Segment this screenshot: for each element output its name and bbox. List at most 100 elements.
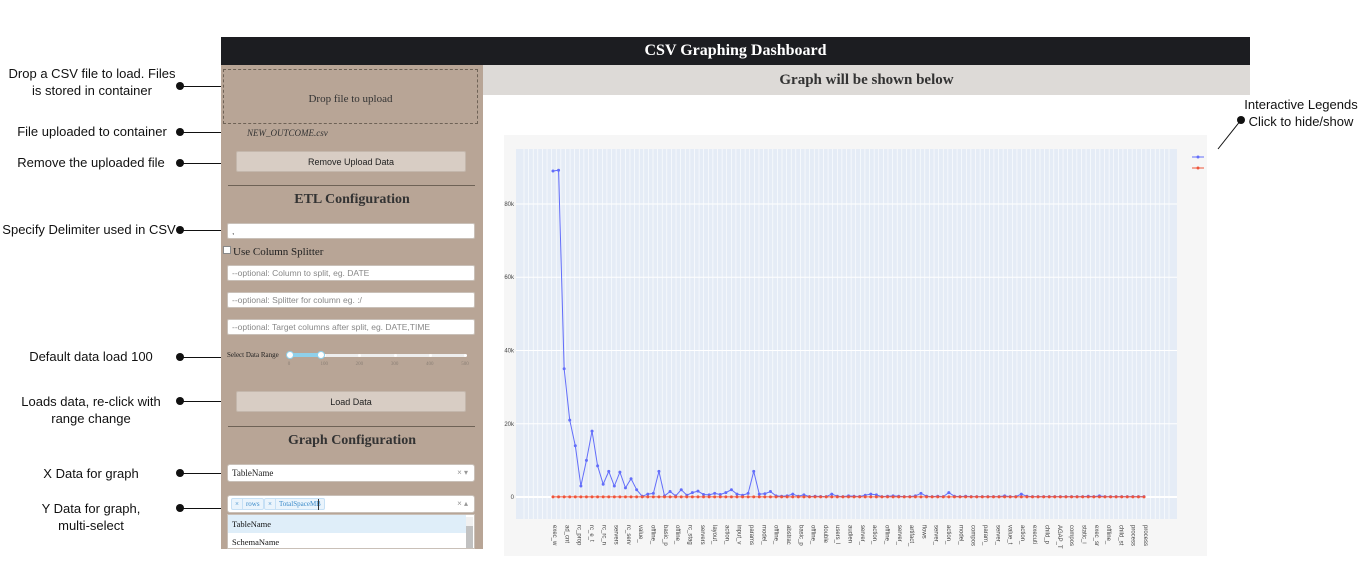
data-point-TotalSpaceMB [869,495,873,499]
data-point-TotalSpaceMB [941,495,945,499]
data-point-TotalSpaceMB [847,495,850,499]
tag-remove-icon[interactable]: × [265,499,276,510]
data-point-rows [651,491,655,495]
x-tick-label: action_ [723,525,729,545]
x-tick-label: rc_serv [625,525,631,545]
column-splitter-checkbox-row[interactable]: Use Column Splitter [223,246,323,258]
legend-marker [1196,166,1200,170]
clear-icon[interactable]: × [457,468,462,477]
data-point-TotalSpaceMB [1064,495,1068,499]
splitter-input[interactable]: --optional: Splitter for column eg. :/ [227,292,475,308]
data-point-rows [573,444,577,448]
file-dropzone[interactable]: Drop file to upload [223,69,478,124]
data-point-TotalSpaceMB [651,495,655,499]
data-point-TotalSpaceMB [646,495,650,499]
y-tag-totalspacemb[interactable]: × TotalSpaceMB [264,498,325,510]
scrollbar-thumb[interactable] [466,526,473,548]
data-point-rows [724,491,728,495]
slider-tick [393,354,397,357]
uploaded-filename: NEW_OUTCOME.csv [247,128,328,138]
y-tag-rows[interactable]: × rows [231,498,264,510]
x-tick-label: server_ [859,525,865,546]
y-tick-label: 20k [504,422,515,428]
data-point-TotalSpaceMB [573,495,577,499]
data-point-TotalSpaceMB [830,495,834,499]
data-point-TotalSpaceMB [713,495,717,499]
x-tick-label: params [748,525,754,545]
dropdown-option[interactable]: TableName [228,515,466,533]
data-point-TotalSpaceMB [964,495,968,499]
annotation-connector [180,508,227,509]
x-data-select[interactable]: TableName × ▾ [227,464,475,482]
data-point-TotalSpaceMB [763,495,767,499]
x-tick-label: value_t [1007,525,1013,545]
data-point-TotalSpaceMB [947,495,951,499]
tag-remove-icon[interactable]: × [232,499,243,510]
x-tick-label: static_i [1080,525,1086,544]
data-point-TotalSpaceMB [702,495,706,499]
dropdown-scrollbar[interactable] [466,517,473,548]
data-point-TotalSpaceMB [1092,495,1096,499]
data-point-TotalSpaceMB [807,495,811,499]
data-point-rows [635,488,639,492]
x-tick-label: server_ [994,525,1000,546]
x-tick-label: basic_p [797,525,803,546]
target-columns-input[interactable]: --optional: Target columns after split, … [227,319,475,335]
remove-upload-button[interactable]: Remove Upload Data [236,151,466,172]
x-tick-label: action_ [1019,525,1025,545]
split-column-input[interactable]: --optional: Column to split, eg. DATE [227,265,475,281]
data-point-rows [607,469,611,473]
data-point-TotalSpaceMB [557,495,561,499]
data-point-rows [612,484,616,488]
line-chart[interactable]: 0 20k 40k 60k 80k exec_w ad_cnt rc_prop rc_e_t rc… [504,135,1207,556]
x-data-select-controls[interactable]: × ▾ [457,468,468,477]
annotation-legend-note: Interactive Legends Click to hide/show [1238,96,1364,130]
annotation-default-load: Default data load 100 [29,349,153,364]
chevron-down-icon[interactable]: ▾ [464,468,468,477]
clear-icon[interactable]: × [457,499,462,508]
y-data-select-controls[interactable]: × ▴ [457,499,468,508]
delimiter-input[interactable]: , [227,223,475,239]
data-point-TotalSpaceMB [679,495,683,499]
x-tick-label: servers [613,525,619,545]
data-point-TotalSpaceMB [874,495,878,499]
slider-handle-end[interactable] [317,351,325,359]
data-point-TotalSpaceMB [607,495,611,499]
data-point-rows [657,469,661,473]
data-point-TotalSpaceMB [1070,495,1074,499]
data-point-TotalSpaceMB [579,495,583,499]
data-point-TotalSpaceMB [774,495,778,499]
data-point-TotalSpaceMB [1114,495,1118,499]
graph-header: Graph will be shown below [483,65,1250,95]
x-tick-label: model_ [760,525,766,545]
slider-handle-start[interactable] [286,351,294,359]
chevron-up-icon[interactable]: ▴ [464,499,468,508]
x-tick-label: offline_ [674,525,680,545]
data-point-TotalSpaceMB [841,495,845,499]
annotation-remove-file: Remove the uploaded file [17,155,165,170]
y-data-multiselect[interactable]: × rows × TotalSpaceMB × ▴ [227,495,475,513]
data-point-TotalSpaceMB [986,495,990,499]
data-point-TotalSpaceMB [601,495,605,499]
dropdown-option[interactable]: SchemaName [228,533,466,548]
data-point-rows [590,429,594,433]
data-point-rows [919,491,923,495]
data-point-TotalSpaceMB [562,495,566,499]
x-tick-label: process [1130,525,1136,546]
data-point-rows [791,492,795,496]
data-point-rows [618,470,622,474]
load-data-button[interactable]: Load Data [236,391,466,412]
x-tick-label: double [822,525,828,544]
data-point-TotalSpaceMB [1058,495,1062,499]
data-point-rows [579,484,583,488]
annotation-connector [180,86,223,87]
data-point-rows [623,486,627,490]
annotation-file-uploaded: File uploaded to container [17,124,167,139]
data-point-TotalSpaceMB [1120,495,1124,499]
data-point-TotalSpaceMB [913,495,917,499]
data-point-TotalSpaceMB [835,495,839,499]
data-point-TotalSpaceMB [707,495,711,499]
data-point-TotalSpaceMB [975,495,979,499]
column-splitter-checkbox[interactable] [223,246,231,254]
x-tick-label: users_l [834,525,840,544]
